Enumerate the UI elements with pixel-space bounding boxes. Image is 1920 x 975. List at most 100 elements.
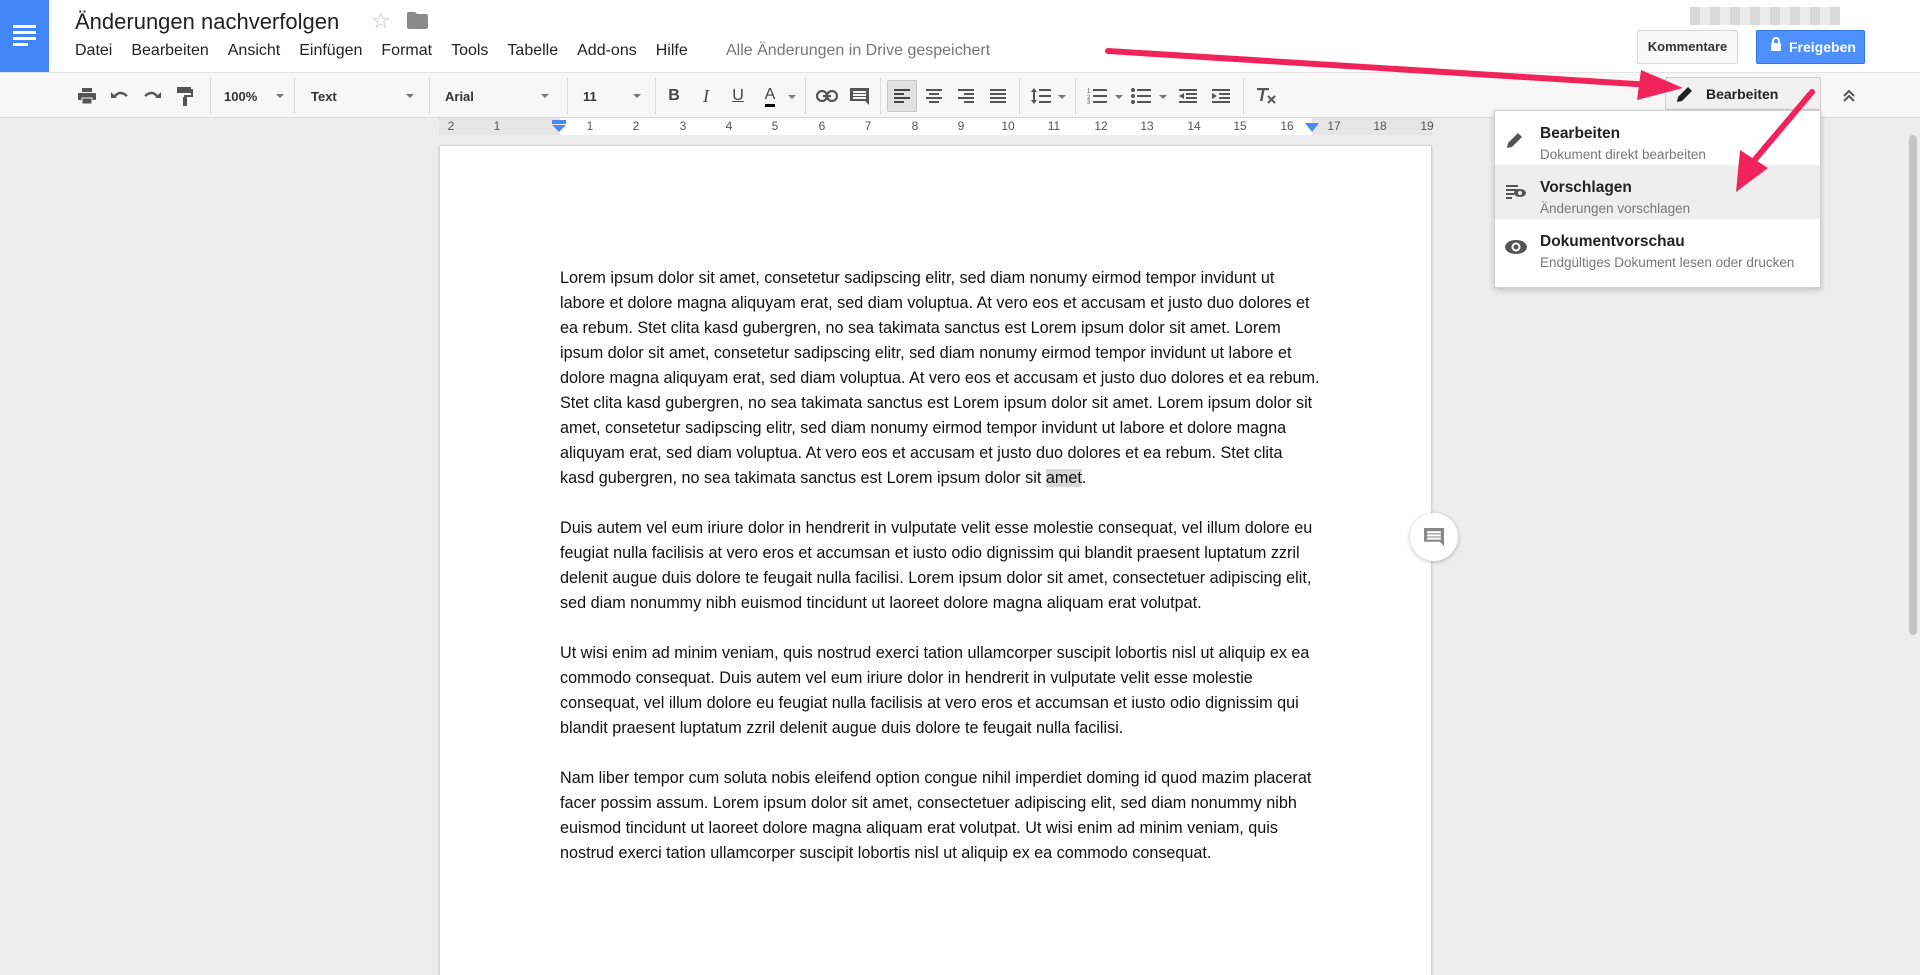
star-icon[interactable]: ☆ — [371, 8, 391, 34]
numbered-list-icon[interactable]: 123 — [1084, 73, 1110, 119]
chevron-down-icon[interactable] — [788, 95, 796, 99]
docs-logo-icon[interactable] — [0, 0, 49, 72]
chevron-down-icon — [406, 94, 414, 98]
paragraph[interactable]: Ut wisi enim ad minim veniam, quis nostr… — [560, 641, 1320, 741]
italic-button[interactable]: I — [693, 73, 719, 119]
paragraph[interactable]: Duis autem vel eum iriure dolor in hendr… — [560, 516, 1320, 616]
ruler-number: 9 — [957, 119, 965, 133]
clear-formatting-icon[interactable] — [1252, 73, 1280, 119]
text-color-button[interactable]: A — [757, 73, 783, 119]
chevron-down-icon — [276, 94, 284, 98]
align-left-button[interactable] — [887, 80, 917, 112]
style-select[interactable]: Text — [311, 73, 414, 119]
scrollbar-thumb[interactable] — [1909, 135, 1917, 635]
mode-item-title: Bearbeiten — [1540, 125, 1621, 142]
pencil-icon — [1507, 133, 1522, 148]
app-header: Änderungen nachverfolgen ☆ Datei Bearbei… — [0, 0, 1920, 72]
menu-add-ons[interactable]: Add-ons — [577, 42, 637, 60]
zoom-select[interactable]: 100% — [224, 73, 284, 119]
ruler-number: 13 — [1140, 119, 1154, 133]
mode-item-suggest[interactable]: Vorschlagen Änderungen vorschlagen — [1495, 165, 1820, 219]
menu-hilfe[interactable]: Hilfe — [656, 42, 688, 60]
chevron-down-icon[interactable] — [1058, 95, 1066, 99]
menu-einfuegen[interactable]: Einfügen — [299, 42, 362, 60]
font-value: Arial — [445, 88, 474, 104]
font-size-select[interactable]: 11 — [583, 73, 643, 119]
pencil-icon — [1677, 86, 1692, 102]
chevron-down-icon — [1806, 93, 1814, 97]
link-icon[interactable] — [814, 73, 840, 119]
menu-format[interactable]: Format — [381, 42, 432, 60]
chevron-down-icon — [633, 94, 641, 98]
menu-bar: Datei Bearbeiten Ansicht Einfügen Format… — [75, 42, 707, 60]
editing-mode-label: Bearbeiten — [1706, 85, 1779, 102]
mode-item-preview[interactable]: Dokumentvorschau Endgültiges Dokument le… — [1495, 219, 1820, 273]
underline-button[interactable]: U — [725, 73, 751, 119]
chevron-down-icon[interactable] — [1115, 95, 1123, 99]
font-select[interactable]: Arial — [445, 73, 549, 119]
add-comment-button[interactable] — [1410, 513, 1458, 561]
toolbar-divider — [294, 78, 295, 114]
mode-item-subtitle: Endgültiges Dokument lesen oder drucken — [1540, 255, 1795, 270]
ruler-number: 11 — [1047, 119, 1061, 133]
right-indent-marker-icon[interactable] — [1305, 123, 1319, 132]
align-center-button[interactable] — [921, 73, 947, 119]
paint-format-icon[interactable] — [172, 73, 198, 119]
decrease-indent-icon[interactable] — [1175, 73, 1201, 119]
document-title[interactable]: Änderungen nachverfolgen — [75, 9, 339, 35]
toolbar-divider — [655, 78, 656, 114]
redo-icon[interactable] — [139, 73, 165, 119]
mode-item-subtitle: Änderungen vorschlagen — [1540, 201, 1691, 216]
editing-mode-menu: Bearbeiten Dokument direkt bearbeiten Vo… — [1494, 110, 1821, 288]
menu-tabelle[interactable]: Tabelle — [507, 42, 558, 60]
ruler-number: 1 — [493, 119, 501, 133]
menu-ansicht[interactable]: Ansicht — [228, 42, 280, 60]
comments-button[interactable]: Kommentare — [1637, 30, 1738, 64]
suggest-icon — [1506, 185, 1526, 199]
print-icon[interactable] — [74, 73, 100, 119]
share-button[interactable]: Freigeben — [1756, 30, 1865, 64]
align-right-button[interactable] — [953, 73, 979, 119]
share-label: Freigeben — [1789, 39, 1856, 55]
ruler-number: 3 — [679, 119, 687, 133]
chevron-down-icon — [541, 94, 549, 98]
document-body[interactable]: Lorem ipsum dolor sit amet, consetetur s… — [560, 266, 1320, 891]
highlighted-word[interactable]: amet — [1045, 469, 1082, 487]
scrollbar[interactable] — [1905, 135, 1920, 975]
bulleted-list-icon[interactable] — [1128, 73, 1154, 119]
ruler-number: 8 — [911, 119, 919, 133]
chevron-down-icon[interactable] — [1159, 95, 1167, 99]
mode-item-subtitle: Dokument direkt bearbeiten — [1540, 147, 1706, 162]
ruler-number: 17 — [1327, 119, 1341, 133]
bold-button[interactable]: B — [661, 73, 687, 119]
paragraph-text: Lorem ipsum dolor sit amet, consetetur s… — [560, 269, 1320, 487]
editing-mode-button[interactable]: Bearbeiten — [1665, 77, 1821, 110]
ruler-number: 18 — [1373, 119, 1387, 133]
svg-text:3: 3 — [1087, 100, 1091, 104]
document-page[interactable]: Lorem ipsum dolor sit amet, consetetur s… — [439, 145, 1432, 975]
indent-marker-icon[interactable] — [552, 120, 566, 132]
toolbar-divider — [567, 78, 568, 114]
paragraph[interactable]: Lorem ipsum dolor sit amet, consetetur s… — [560, 266, 1320, 491]
undo-icon[interactable] — [107, 73, 133, 119]
folder-icon[interactable] — [407, 12, 428, 29]
mode-item-edit[interactable]: Bearbeiten Dokument direkt bearbeiten — [1495, 111, 1820, 165]
line-spacing-icon[interactable] — [1027, 73, 1055, 119]
toolbar-divider — [1019, 78, 1020, 114]
paragraph-text: . — [1081, 469, 1087, 487]
style-value: Text — [311, 88, 337, 104]
insert-comment-icon[interactable] — [846, 73, 872, 119]
menu-bearbeiten[interactable]: Bearbeiten — [131, 42, 208, 60]
text-color-letter: A — [764, 86, 776, 107]
collapse-menus-icon[interactable] — [1835, 73, 1863, 119]
increase-indent-icon[interactable] — [1208, 73, 1234, 119]
comment-icon — [1424, 528, 1444, 546]
menu-tools[interactable]: Tools — [451, 42, 488, 60]
align-justify-button[interactable] — [985, 73, 1011, 119]
paragraph[interactable]: Nam liber tempor cum soluta nobis eleife… — [560, 766, 1320, 866]
ruler-number: 16 — [1280, 119, 1294, 133]
save-status[interactable]: Alle Änderungen in Drive gespeichert — [726, 42, 990, 60]
menu-datei[interactable]: Datei — [75, 42, 112, 60]
ruler-number: 2 — [447, 119, 455, 133]
account-name-blurred[interactable] — [1690, 7, 1840, 25]
